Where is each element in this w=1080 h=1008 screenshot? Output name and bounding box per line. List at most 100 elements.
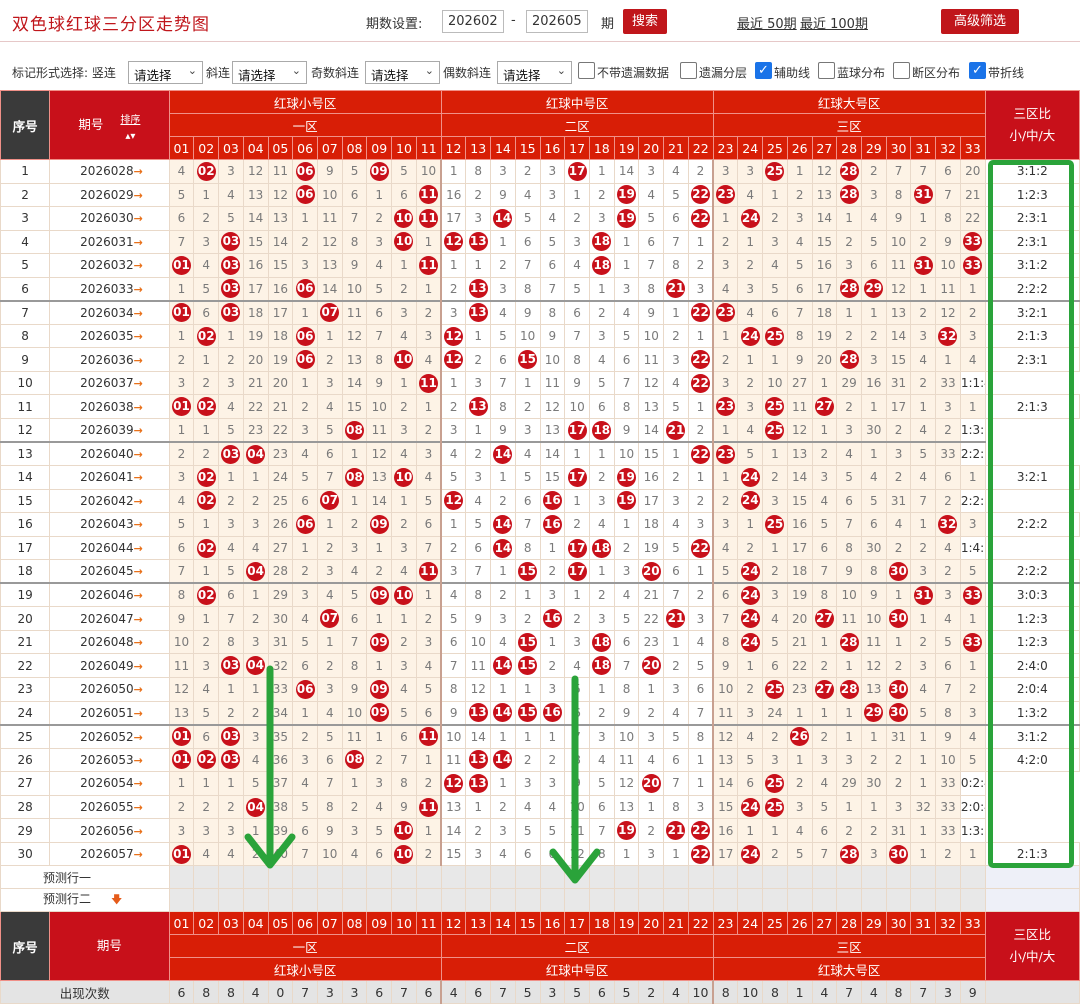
prediction-cell[interactable] [292, 888, 318, 913]
even-slant-select[interactable]: 请选择 ⌄ [497, 61, 572, 84]
prediction-cell[interactable] [465, 888, 492, 913]
blue-ball-checkbox[interactable] [818, 62, 835, 79]
prediction-cell[interactable] [341, 888, 368, 913]
sort-button[interactable]: 排序 ▴▾ [120, 109, 140, 142]
row-ratio: 2:2:2 [984, 559, 1080, 584]
prediction-cell[interactable] [762, 865, 788, 890]
prediction-cell[interactable] [588, 865, 615, 890]
prediction-cell[interactable] [811, 888, 838, 913]
prediction-cell[interactable] [341, 865, 368, 890]
prediction-cell[interactable] [391, 865, 417, 890]
prediction-cell[interactable] [316, 865, 343, 890]
search-button[interactable]: 搜索 [623, 9, 667, 34]
prediction-cell[interactable] [465, 865, 492, 890]
prediction-cell[interactable] [514, 865, 541, 890]
number-cell: 01 [168, 299, 195, 325]
prediction-cell[interactable] [539, 888, 566, 913]
prediction-cell[interactable] [786, 865, 813, 890]
prediction-cell[interactable] [885, 888, 912, 913]
prediction-cell[interactable] [786, 888, 813, 913]
drawn-ball: 23 [716, 397, 736, 417]
number-cell: 3 [786, 794, 813, 820]
number-cell: 21 [663, 276, 689, 302]
recent-50-link[interactable]: 最近 50期 [737, 13, 797, 32]
prediction-cell[interactable] [836, 888, 862, 913]
prediction-cell[interactable] [193, 888, 220, 913]
prediction-cell[interactable] [737, 888, 764, 913]
mark-form-label: 标记形式选择: 竖连 [12, 66, 116, 80]
prediction-cell[interactable] [539, 865, 566, 890]
prediction-cell[interactable] [663, 888, 689, 913]
guide-line-checkbox[interactable]: ✓ [755, 62, 772, 79]
prediction-cell[interactable] [267, 865, 294, 890]
prediction-cell[interactable] [490, 888, 516, 913]
prediction-cell[interactable] [663, 865, 689, 890]
prediction-cell[interactable] [168, 888, 195, 913]
prediction-cell[interactable] [712, 865, 739, 890]
no-missing-checkbox[interactable] [578, 62, 595, 79]
prediction-cell[interactable] [860, 888, 887, 913]
prediction-cell[interactable] [218, 865, 244, 890]
prediction-cell[interactable] [613, 865, 640, 890]
prediction-cell[interactable] [193, 865, 220, 890]
prediction-cell[interactable] [687, 888, 714, 913]
prediction-cell[interactable] [910, 865, 937, 890]
slant-select[interactable]: 请选择 ⌄ [232, 61, 307, 84]
polyline-checkbox[interactable]: ✓ [969, 62, 986, 79]
prediction-cell[interactable] [514, 888, 541, 913]
number-cell: 3 [712, 370, 739, 396]
prediction-cell[interactable] [613, 888, 640, 913]
vertical-select[interactable]: 请选择 ⌄ [128, 61, 203, 84]
period-from-input[interactable] [442, 10, 504, 33]
prediction-cell[interactable] [588, 888, 615, 913]
prediction-cell[interactable] [490, 865, 516, 890]
number-cell: 12 [440, 771, 467, 796]
prediction-cell[interactable] [712, 888, 739, 913]
prediction-cell[interactable] [935, 888, 961, 913]
prediction-cell[interactable] [638, 888, 665, 913]
prediction-cell[interactable] [316, 888, 343, 913]
prediction-label: 预测行二 🡇 [0, 888, 170, 913]
zone-break-checkbox[interactable] [893, 62, 910, 79]
ratio-footer: 三区比 小/中/大 [984, 911, 1080, 982]
prediction-cell[interactable] [242, 888, 269, 913]
prediction-cell[interactable] [935, 865, 961, 890]
number-cell: 1 [588, 441, 615, 467]
prediction-cell[interactable] [885, 865, 912, 890]
drawn-ball: 01 [171, 727, 191, 747]
period-to-input[interactable] [526, 10, 588, 33]
recent-100-link[interactable]: 最近 100期 [800, 13, 868, 32]
prediction-cell[interactable] [564, 888, 590, 913]
prediction-cell[interactable] [910, 888, 937, 913]
prediction-cell[interactable] [959, 865, 986, 890]
prediction-cell[interactable] [959, 888, 986, 913]
prediction-cell[interactable] [366, 888, 393, 913]
prediction-cell[interactable] [836, 865, 862, 890]
prediction-cell[interactable] [687, 865, 714, 890]
prediction-cell[interactable] [440, 888, 467, 913]
prediction-cell[interactable] [440, 865, 467, 890]
number-cell: 14 [490, 512, 516, 537]
prediction-cell[interactable] [638, 865, 665, 890]
prediction-cell[interactable] [762, 888, 788, 913]
prediction-cell[interactable] [366, 865, 393, 890]
prediction-cell[interactable] [415, 865, 442, 890]
prediction-cell[interactable] [415, 888, 442, 913]
prediction-cell[interactable] [218, 888, 244, 913]
number-cell: 9 [316, 818, 343, 843]
missing-layer-checkbox[interactable] [680, 62, 697, 79]
prediction-cell[interactable] [391, 888, 417, 913]
prediction-cell[interactable] [564, 865, 590, 890]
prediction-cell[interactable] [737, 865, 764, 890]
drawn-ball: 14 [493, 656, 513, 676]
prediction-cell[interactable] [242, 865, 269, 890]
prediction-cell[interactable] [168, 865, 195, 890]
number-cell: 17 [564, 535, 590, 561]
advanced-filter-button[interactable]: 高级筛选 [941, 9, 1019, 34]
drawn-ball: 10 [394, 208, 414, 228]
prediction-cell[interactable] [292, 865, 318, 890]
odd-slant-select[interactable]: 请选择 ⌄ [365, 61, 440, 84]
prediction-cell[interactable] [267, 888, 294, 913]
prediction-cell[interactable] [811, 865, 838, 890]
prediction-cell[interactable] [860, 865, 887, 890]
